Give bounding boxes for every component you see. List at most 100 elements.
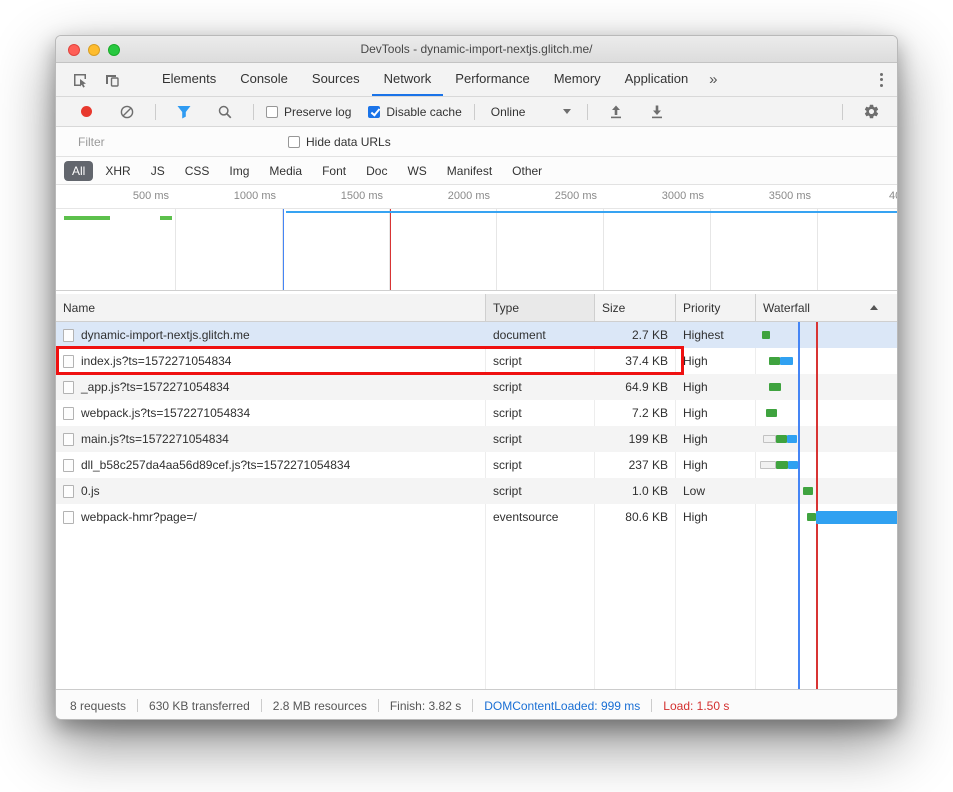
tab-application[interactable]: Application <box>613 63 701 96</box>
filter-chip-manifest[interactable]: Manifest <box>439 161 500 181</box>
more-tabs-button[interactable]: » <box>700 63 726 96</box>
request-name: webpack.js?ts=1572271054834 <box>81 406 250 420</box>
filter-toggle-button[interactable] <box>168 104 200 120</box>
column-header-size[interactable]: Size <box>595 294 676 321</box>
waterfall-bar-wait <box>760 461 776 469</box>
status-load-time[interactable]: Load: 1.50 s <box>663 699 729 713</box>
tab-label: Memory <box>554 71 601 86</box>
request-size: 237 KB <box>595 452 676 478</box>
file-icon <box>63 329 74 342</box>
request-name-cell: index.js?ts=1572271054834 <box>56 348 486 374</box>
search-button[interactable] <box>209 104 241 120</box>
filter-chip-doc[interactable]: Doc <box>358 161 395 181</box>
table-row[interactable]: main.js?ts=1572271054834script199 KBHigh <box>56 426 897 452</box>
request-priority: High <box>676 348 756 374</box>
request-size: 7.2 KB <box>595 400 676 426</box>
table-row[interactable]: dll_b58c257da4aa56d89cef.js?ts=157227105… <box>56 452 897 478</box>
table-row[interactable]: _app.js?ts=1572271054834script64.9 KBHig… <box>56 374 897 400</box>
tab-elements[interactable]: Elements <box>150 63 228 96</box>
record-icon <box>81 106 92 117</box>
tab-memory[interactable]: Memory <box>542 63 613 96</box>
overview-tick-label: 2500 ms <box>555 190 597 202</box>
request-size: 199 KB <box>595 426 676 452</box>
preserve-log-label: Preserve log <box>284 105 351 119</box>
resource-filter-chips: AllXHRJSCSSImgMediaFontDocWSManifestOthe… <box>56 157 897 185</box>
tab-network[interactable]: Network <box>372 63 444 96</box>
tab-sources[interactable]: Sources <box>300 63 372 96</box>
table-row[interactable]: 0.jsscript1.0 KBLow <box>56 478 897 504</box>
waterfall-cell <box>756 374 897 400</box>
clear-icon <box>119 104 135 120</box>
filter-chip-ws[interactable]: WS <box>399 161 434 181</box>
request-name: dynamic-import-nextjs.glitch.me <box>81 328 250 342</box>
close-window-button[interactable] <box>68 44 80 56</box>
column-header-name[interactable]: Name <box>56 294 486 321</box>
waterfall-bar-green <box>776 461 788 469</box>
tab-console[interactable]: Console <box>228 63 300 96</box>
devtools-menu-button[interactable] <box>865 63 897 96</box>
waterfall-bar-green <box>769 383 781 391</box>
overview-tick-label: 2000 ms <box>448 190 490 202</box>
overview-ruler: 500 ms1000 ms1500 ms2000 ms2500 ms3000 m… <box>56 185 897 209</box>
waterfall-cell <box>756 322 897 348</box>
filter-chip-media[interactable]: Media <box>261 161 310 181</box>
column-label: Type <box>493 301 519 315</box>
tab-label: Network <box>384 71 432 86</box>
waterfall-bar-blue <box>787 435 797 443</box>
minimize-window-button[interactable] <box>88 44 100 56</box>
filter-chip-img[interactable]: Img <box>221 161 257 181</box>
throttling-select[interactable]: Online <box>487 105 575 119</box>
import-har-button[interactable] <box>600 104 632 120</box>
record-network-log-button[interactable] <box>70 106 102 117</box>
settings-button[interactable] <box>855 103 887 120</box>
timeline-overview[interactable]: 500 ms1000 ms1500 ms2000 ms2500 ms3000 m… <box>56 185 897 291</box>
filter-chip-xhr[interactable]: XHR <box>97 161 138 181</box>
request-name: dll_b58c257da4aa56d89cef.js?ts=157227105… <box>81 458 350 472</box>
domcontentloaded-marker <box>798 322 800 689</box>
table-row[interactable]: webpack.js?ts=1572271054834script7.2 KBH… <box>56 400 897 426</box>
request-type: script <box>486 478 595 504</box>
filter-chip-css[interactable]: CSS <box>177 161 218 181</box>
table-row[interactable]: webpack-hmr?page=/eventsource80.6 KBHigh <box>56 504 897 530</box>
filter-chip-other[interactable]: Other <box>504 161 550 181</box>
inspect-element-button[interactable] <box>64 63 96 96</box>
table-row[interactable]: index.js?ts=1572271054834script37.4 KBHi… <box>56 348 897 374</box>
overview-graph <box>56 209 897 291</box>
tab-label: Sources <box>312 71 360 86</box>
export-har-button[interactable] <box>641 104 673 120</box>
clear-network-log-button[interactable] <box>111 104 143 120</box>
waterfall-bar-green <box>762 331 770 339</box>
request-type: script <box>486 452 595 478</box>
column-header-waterfall[interactable]: Waterfall <box>756 294 897 321</box>
preserve-log-checkbox[interactable]: Preserve log <box>266 105 351 119</box>
device-toolbar-button[interactable] <box>96 63 128 96</box>
gridline <box>710 209 711 290</box>
waterfall-cell <box>756 478 897 504</box>
gridline <box>817 209 818 290</box>
sort-ascending-icon[interactable] <box>870 305 878 310</box>
hide-data-urls-checkbox[interactable]: Hide data URLs <box>288 135 391 149</box>
zoom-window-button[interactable] <box>108 44 120 56</box>
table-row[interactable]: dynamic-import-nextjs.glitch.medocument2… <box>56 322 897 348</box>
request-priority: Highest <box>676 322 756 348</box>
disable-cache-checkbox[interactable]: Disable cache <box>368 105 461 119</box>
status-resources: 2.8 MB resources <box>273 699 367 713</box>
overview-tick-label: 1500 ms <box>341 190 383 202</box>
filter-chip-font[interactable]: Font <box>314 161 354 181</box>
status-domcontentloaded[interactable]: DOMContentLoaded: 999 ms <box>484 699 640 713</box>
request-size: 37.4 KB <box>595 348 676 374</box>
tabbar-spacer <box>726 63 865 96</box>
request-name: webpack-hmr?page=/ <box>81 510 197 524</box>
gridline <box>175 209 176 290</box>
separator <box>842 104 843 120</box>
window-titlebar[interactable]: DevTools - dynamic-import-nextjs.glitch.… <box>56 36 897 63</box>
filter-input[interactable] <box>76 134 246 150</box>
checkbox-icon <box>266 106 278 118</box>
tab-performance[interactable]: Performance <box>443 63 541 96</box>
filter-chip-all[interactable]: All <box>64 161 93 181</box>
column-header-priority[interactable]: Priority <box>676 294 756 321</box>
separator <box>587 104 588 120</box>
filter-chip-js[interactable]: JS <box>143 161 173 181</box>
column-header-type[interactable]: Type <box>486 294 595 321</box>
request-size: 2.7 KB <box>595 322 676 348</box>
